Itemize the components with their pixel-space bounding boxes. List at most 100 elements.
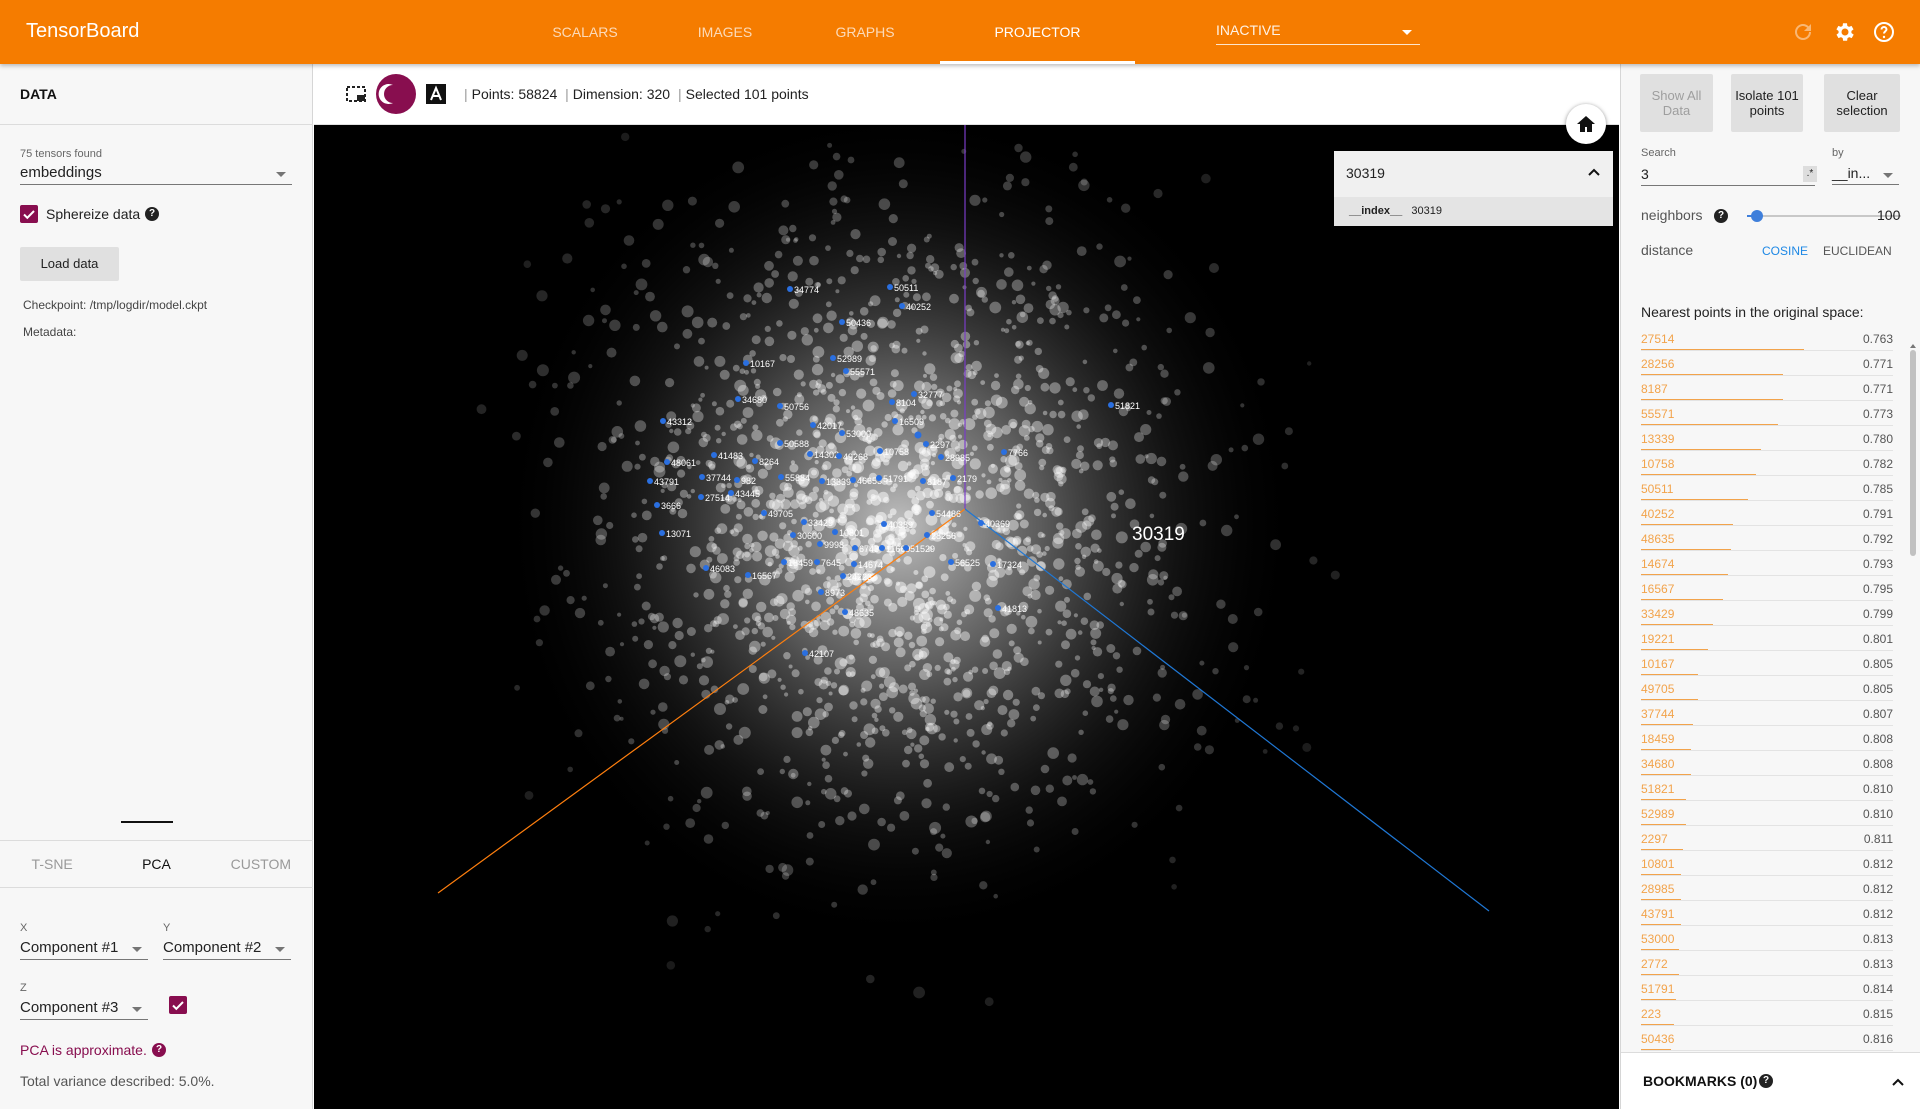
point-label[interactable]: 10167 <box>750 359 775 369</box>
point-label[interactable]: 37744 <box>706 473 731 483</box>
nearest-point-row[interactable]: 48635 0.792 <box>1641 526 1893 551</box>
projector-canvas[interactable]: 34774 50511 40252 50436 52989 10167 55571 8104 3… <box>314 125 1619 1109</box>
settings-icon[interactable] <box>1832 20 1856 44</box>
nearest-point-row[interactable]: 10167 0.805 <box>1641 651 1893 676</box>
nearest-point-row[interactable]: 43791 0.812 <box>1641 901 1893 926</box>
help-icon[interactable]: ? <box>145 207 159 221</box>
nearest-point-index[interactable]: 34680 <box>1641 757 1674 771</box>
point-label[interactable]: 8973 <box>825 588 845 598</box>
x-component-select[interactable]: Component #1 <box>20 939 148 960</box>
inactive-plugins-dropdown[interactable]: INACTIVE <box>1216 18 1420 45</box>
nearest-point-index[interactable]: 55571 <box>1641 407 1674 421</box>
point-label[interactable]: 50756 <box>784 402 809 412</box>
point-label[interactable]: 52989 <box>837 354 862 364</box>
point-label[interactable]: 34774 <box>794 285 819 295</box>
tensor-select[interactable]: embeddings <box>20 164 292 185</box>
point-label[interactable]: 2179 <box>957 474 977 484</box>
label-toggle-icon[interactable] <box>426 84 446 104</box>
point-label[interactable]: 40369 <box>985 519 1010 529</box>
point-label[interactable]: 51791 <box>883 474 908 484</box>
point-label[interactable]: 10801 <box>839 528 864 538</box>
point-label[interactable]: 53000 <box>846 429 871 439</box>
selected-point-label[interactable]: 30319 <box>1132 524 1185 545</box>
show-all-data-button[interactable]: Show All Data <box>1640 74 1713 132</box>
help-icon[interactable]: ? <box>1714 209 1728 223</box>
nearest-point-row[interactable]: 37744 0.807 <box>1641 701 1893 726</box>
point-label[interactable]: 42017 <box>817 421 842 431</box>
refresh-icon[interactable] <box>1791 20 1815 44</box>
point-label[interactable]: 13071 <box>666 529 691 539</box>
nearest-point-index[interactable]: 10758 <box>1641 457 1674 471</box>
point-label[interactable]: 51529 <box>910 544 935 554</box>
nearest-point-index[interactable]: 16567 <box>1641 582 1674 596</box>
point-label[interactable]: 50436 <box>846 318 871 328</box>
nearest-point-row[interactable]: 8187 0.771 <box>1641 376 1893 401</box>
nearest-point-index[interactable]: 50511 <box>1641 482 1673 496</box>
y-component-select[interactable]: Component #2 <box>163 939 291 960</box>
point-label[interactable]: 33429 <box>808 518 833 528</box>
nearest-point-index[interactable]: 19221 <box>1641 632 1674 646</box>
point-label[interactable]: 40252 <box>906 302 931 312</box>
nearest-point-row[interactable]: 28985 0.812 <box>1641 876 1893 901</box>
point-label[interactable]: 17324 <box>997 560 1022 570</box>
nearest-point-row[interactable]: 50511 0.785 <box>1641 476 1893 501</box>
nearest-point-row[interactable]: 55571 0.773 <box>1641 401 1893 426</box>
tab-images[interactable]: IMAGES <box>660 0 790 64</box>
nearest-point-index[interactable]: 50436 <box>1641 1032 1674 1046</box>
nearest-point-row[interactable]: 51791 0.814 <box>1641 976 1893 1001</box>
point-label[interactable]: 7766 <box>1008 448 1028 458</box>
point-label[interactable]: 50511 <box>894 283 918 293</box>
scatter-plot[interactable]: 34774 50511402525043652989101675557181043… <box>314 125 1619 1109</box>
load-data-button[interactable]: Load data <box>20 247 119 281</box>
tab-custom[interactable]: CUSTOM <box>209 841 313 888</box>
nearest-point-index[interactable]: 53000 <box>1641 932 1674 946</box>
nearest-point-index[interactable]: 51791 <box>1641 982 1674 996</box>
point-label[interactable]: 9998 <box>824 540 844 550</box>
point-label[interactable]: 982 <box>741 476 756 486</box>
clear-selection-button[interactable]: Clear selection <box>1824 74 1900 132</box>
sphereize-checkbox[interactable] <box>20 205 38 223</box>
reset-view-button[interactable] <box>1566 104 1606 144</box>
nearest-point-row[interactable]: 53000 0.813 <box>1641 926 1893 951</box>
chevron-up-icon[interactable] <box>1587 167 1601 177</box>
point-label[interactable]: 28985 <box>945 453 970 463</box>
point-label[interactable]: 54486 <box>936 509 961 519</box>
point-label[interactable]: 16567 <box>752 571 777 581</box>
scrollbar-thumb[interactable] <box>1910 350 1916 556</box>
nearest-point-index[interactable]: 14674 <box>1641 557 1674 571</box>
nearest-point-index[interactable]: 51821 <box>1641 782 1674 796</box>
nearest-point-row[interactable]: 16567 0.795 <box>1641 576 1893 601</box>
distance-cosine-option[interactable]: COSINE <box>1762 244 1808 258</box>
point-label[interactable]: 50588 <box>784 439 809 449</box>
night-mode-button[interactable] <box>376 74 416 114</box>
nearest-point-row[interactable]: 13339 0.780 <box>1641 426 1893 451</box>
nearest-point-row[interactable]: 33429 0.799 <box>1641 601 1893 626</box>
nearest-point-index[interactable]: 223 <box>1641 1007 1661 1021</box>
nearest-point-index[interactable]: 43791 <box>1641 907 1674 921</box>
point-label[interactable]: 13339 <box>826 477 851 487</box>
isolate-points-button[interactable]: Isolate 101 points <box>1731 74 1803 132</box>
point-label[interactable]: 46083 <box>710 564 735 574</box>
point-label[interactable]: 8104 <box>896 398 916 408</box>
neighbors-slider-thumb[interactable] <box>1751 210 1763 222</box>
point-label[interactable]: 51821 <box>1115 401 1140 411</box>
point-label[interactable]: 14302 <box>814 450 839 460</box>
nearest-point-row[interactable]: 52989 0.810 <box>1641 801 1893 826</box>
point-label[interactable]: 8187 <box>927 477 947 487</box>
tab-scalars[interactable]: SCALARS <box>510 0 660 64</box>
point-label[interactable]: 16509 <box>899 417 924 427</box>
nearest-point-row[interactable]: 27514 0.763 <box>1641 326 1893 351</box>
point-label[interactable]: 3666 <box>661 501 681 511</box>
point-label[interactable]: 48061 <box>671 458 696 468</box>
regex-toggle[interactable]: .* <box>1803 166 1817 182</box>
tab-pca[interactable]: PCA <box>104 841 208 888</box>
point-label[interactable]: 24223 <box>847 572 872 582</box>
point-label[interactable]: 2297 <box>930 440 950 450</box>
nearest-point-index[interactable]: 37744 <box>1641 707 1674 721</box>
nearest-point-index[interactable]: 40252 <box>1641 507 1674 521</box>
tab-graphs[interactable]: GRAPHS <box>790 0 940 64</box>
nearest-point-index[interactable]: 28985 <box>1641 882 1674 896</box>
chevron-up-icon[interactable] <box>1891 1077 1905 1087</box>
nearest-point-row[interactable]: 2297 0.811 <box>1641 826 1893 851</box>
point-label[interactable]: 32777 <box>918 390 943 400</box>
